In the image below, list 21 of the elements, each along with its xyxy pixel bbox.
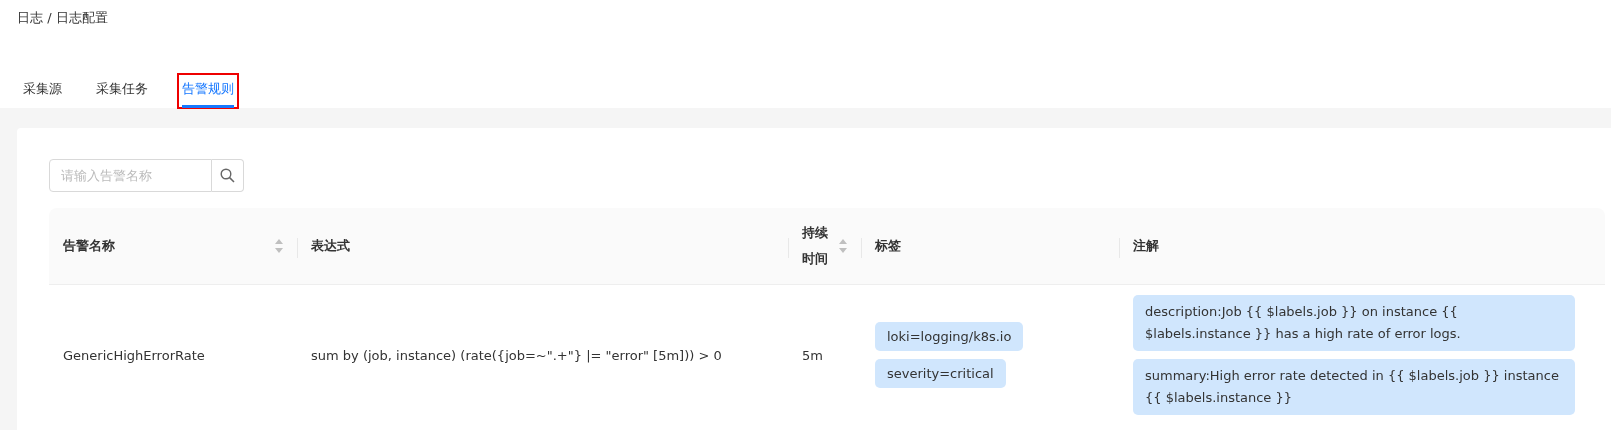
column-header: 标签 bbox=[875, 237, 902, 255]
tab[interactable]: 采集源 bbox=[19, 78, 66, 108]
tab[interactable]: 采集任务 bbox=[92, 78, 152, 108]
label-tag: loki=logging/k8s.io bbox=[875, 322, 1024, 351]
column-header: 注解 bbox=[1133, 237, 1160, 255]
annotation-tag: summary:High error rate detected in {{ $labels.job }} instance {{ $labels.instance }} bbox=[1133, 359, 1575, 415]
table-cell-text: 5m bbox=[802, 347, 824, 363]
annotation-tag: description:Job {{ $labels.job }} on instance {{ $labels.instance }} has a high rate of error logs. bbox=[1133, 295, 1575, 351]
breadcrumb: 日志 / 日志配置 bbox=[17, 9, 108, 27]
sort-icon[interactable] bbox=[275, 239, 283, 253]
sort-icon[interactable] bbox=[839, 239, 847, 253]
tab[interactable]: 告警规则 bbox=[178, 74, 238, 108]
column-header: 表达式 bbox=[311, 237, 351, 255]
table-cell-text: sum by (job, instance) (rate({job=~".+"} |= "error" [5m])) > 0 bbox=[311, 347, 723, 363]
column-header: 持续时间 bbox=[802, 224, 829, 268]
search-field[interactable]: 请输入告警名称 bbox=[49, 159, 212, 192]
search-icon bbox=[220, 168, 235, 183]
column-header: 告警名称 bbox=[63, 237, 116, 255]
label-tag: severity=critical bbox=[875, 359, 1006, 388]
table-cell-text: GenericHighErrorRate bbox=[63, 347, 206, 363]
search-button[interactable] bbox=[212, 159, 244, 192]
